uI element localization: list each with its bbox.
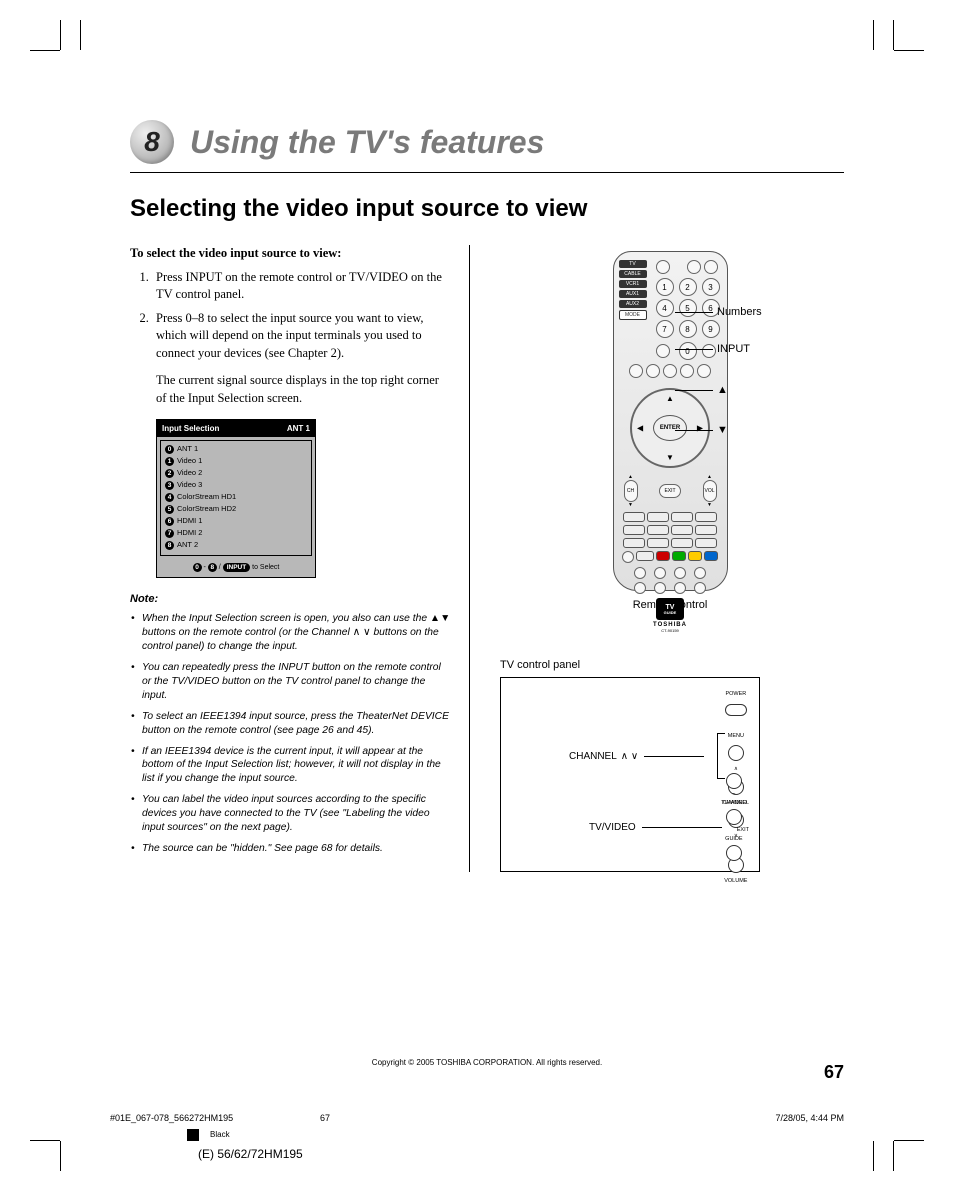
chapter-number-badge: 8	[130, 120, 174, 164]
note-6: The source can be "hidden." See page 68 …	[130, 842, 451, 856]
input-selection-figure: Input Selection ANT 1 0ANT 11Video 12Vid…	[156, 419, 316, 578]
note-heading: Note:	[130, 592, 451, 607]
input-selection-item: 2Video 2	[165, 468, 307, 479]
remote-mode-label: AUX1	[619, 290, 647, 298]
instructions-column: To select the video input source to view…	[130, 245, 470, 872]
callout-input: INPUT	[675, 343, 750, 355]
keypad-button: 8	[679, 320, 697, 338]
input-footer-text: to Select	[252, 564, 279, 571]
keypad-button: 4	[656, 299, 674, 317]
panel-guide-btn	[726, 845, 742, 861]
model-line: (E) 56/62/72HM195	[198, 1147, 303, 1161]
chapter-header: 8 Using the TV's features	[130, 120, 844, 173]
input-selection-item: 0ANT 1	[165, 444, 307, 455]
panel-menu-label: MENU	[728, 734, 744, 740]
panel-guide-label: GUIDE	[725, 837, 742, 843]
keypad-button: 9	[702, 320, 720, 338]
tv-panel-figure: TV control panel POWER MENU ∧ CHANNEL ∨ …	[500, 659, 840, 872]
keypad-button	[656, 344, 670, 358]
keypad-button: 1	[656, 278, 674, 296]
note-2: You can repeatedly press the INPUT butto…	[130, 661, 451, 703]
panel-power-btn	[725, 704, 747, 716]
input-selection-current: ANT 1	[287, 423, 310, 434]
callout-numbers: Numbers	[675, 306, 762, 318]
panel-tvvideo-btn	[726, 809, 742, 825]
remote-mode-label: AUX2	[619, 300, 647, 308]
remote-mode-label: TV	[619, 260, 647, 268]
input-selection-item: 4ColorStream HD1	[165, 492, 307, 503]
input-selection-item: 8ANT 2	[165, 540, 307, 551]
callout-up: ▲	[675, 384, 728, 396]
input-selection-item: 6HDMI 1	[165, 516, 307, 527]
keypad-button: 2	[679, 278, 697, 296]
input-footer-button: INPUT	[223, 563, 251, 572]
print-timestamp: 7/28/05, 4:44 PM	[775, 1113, 844, 1123]
keypad-button: 7	[656, 320, 674, 338]
copyright: Copyright © 2005 TOSHIBA CORPORATION. Al…	[372, 1058, 602, 1067]
figures-column: TVCABLEVCR1AUX1AUX2MODE 123456789 0	[470, 245, 840, 872]
panel-power-label: POWER	[725, 692, 746, 698]
input-selection-item: 7HDMI 2	[165, 528, 307, 539]
black-label: Black	[210, 1130, 230, 1139]
print-info: #01E_067-078_566272HM195 67 7/28/05, 4:4…	[110, 1113, 844, 1123]
instruction-heading: To select the video input source to view…	[130, 245, 451, 263]
panel-tvvideo-label: TV/VIDEO	[721, 801, 747, 807]
tv-panel-caption: TV control panel	[500, 659, 840, 671]
input-selection-item: 1Video 1	[165, 456, 307, 467]
note-4: If an IEEE1394 device is the current inp…	[130, 745, 451, 787]
panel-callout-tvvideo: TV/VIDEO	[589, 822, 722, 833]
remote-model: CT-90159	[620, 628, 721, 633]
chapter-title: Using the TV's features	[190, 124, 544, 161]
remote-figure: TVCABLEVCR1AUX1AUX2MODE 123456789 0	[500, 251, 840, 611]
step-2: Press 0–8 to select the input source you…	[152, 310, 451, 363]
print-filename: #01E_067-078_566272HM195	[110, 1113, 233, 1123]
input-selection-footer: 0 - 8 / INPUT to Select	[157, 559, 315, 577]
print-page: 67	[320, 1113, 330, 1123]
keypad-button: 3	[702, 278, 720, 296]
note-1: When the Input Selection screen is open,…	[130, 612, 451, 654]
panel-volume-label: VOLUME	[724, 879, 747, 885]
remote-mode-label: CABLE	[619, 270, 647, 278]
section-title: Selecting the video input source to view	[130, 195, 844, 223]
note-5: You can label the video input sources ac…	[130, 793, 451, 835]
tvguide-logo: TV GUIDE	[656, 598, 684, 620]
panel-vol-down2	[726, 773, 742, 789]
step-followup: The current signal source displays in th…	[156, 372, 451, 407]
panel-exit-label: EXIT	[737, 828, 749, 834]
black-swatch	[187, 1129, 199, 1141]
remote-mode-label: VCR1	[619, 280, 647, 288]
callout-down: ▼	[675, 424, 728, 436]
remote-mode-label: MODE	[619, 310, 647, 320]
input-selection-item: 3Video 3	[165, 480, 307, 491]
panel-menu-btn	[728, 745, 744, 761]
input-selection-item: 5ColorStream HD2	[165, 504, 307, 515]
page-footer: Copyright © 2005 TOSHIBA CORPORATION. Al…	[130, 1062, 844, 1083]
input-selection-title: Input Selection	[162, 423, 219, 434]
panel-callout-channel: CHANNEL∧ ∨	[569, 751, 704, 762]
page-number: 67	[824, 1062, 844, 1083]
note-3: To select an IEEE1394 input source, pres…	[130, 710, 451, 738]
step-1: Press INPUT on the remote control or TV/…	[152, 269, 451, 304]
